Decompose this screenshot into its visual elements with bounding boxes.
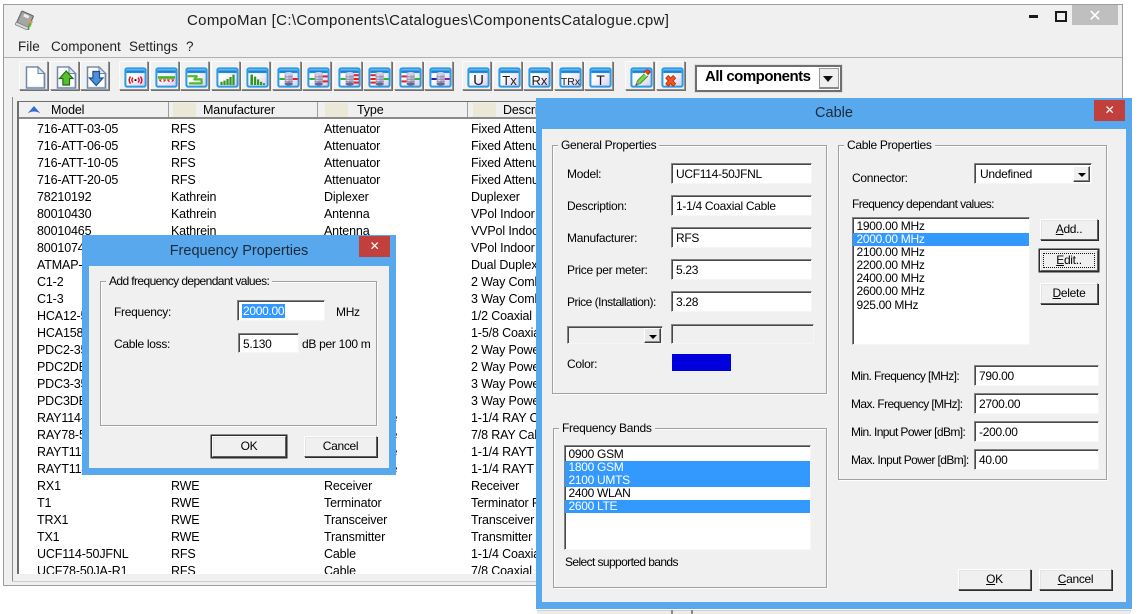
svg-text:Tx: Tx	[502, 73, 517, 88]
svg-text:TRx: TRx	[560, 76, 580, 88]
svg-text:T: T	[596, 72, 605, 88]
svg-text:U: U	[473, 72, 484, 88]
svg-text:Rx: Rx	[532, 73, 548, 88]
